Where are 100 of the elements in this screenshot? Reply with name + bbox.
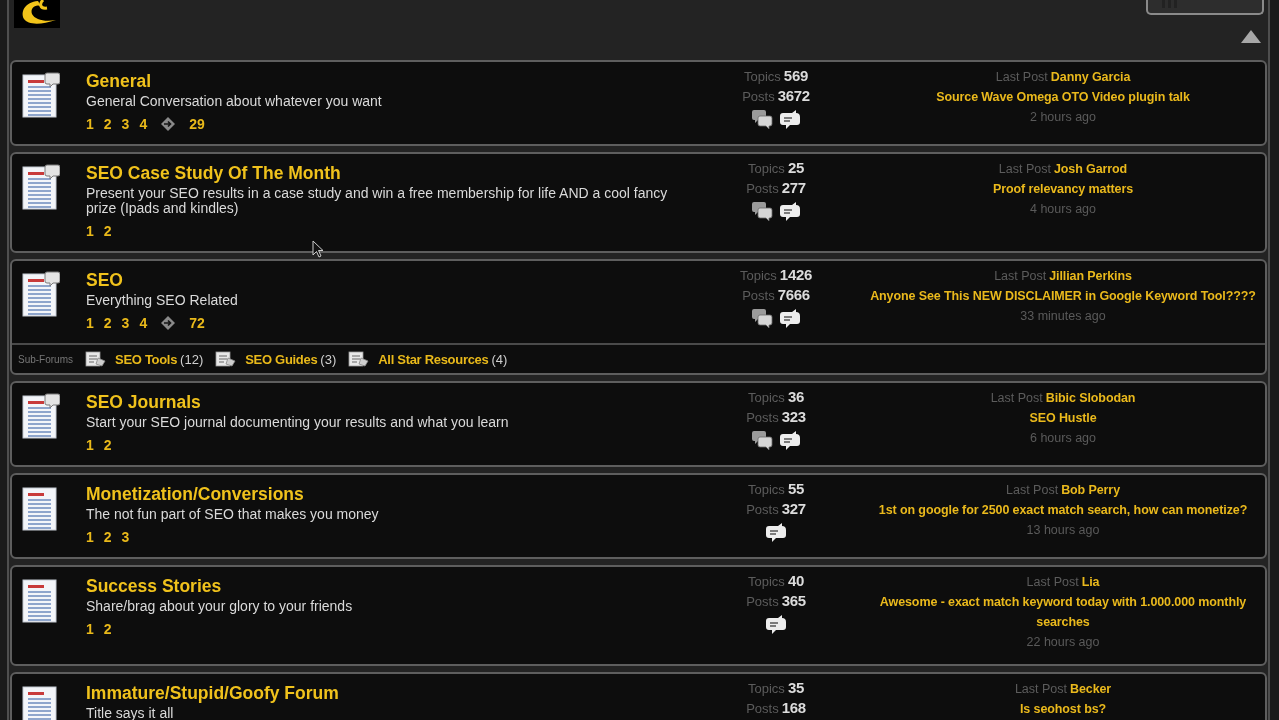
page-link[interactable]: 3	[121, 529, 130, 545]
speech-bubble-icon[interactable]	[779, 110, 801, 130]
author-link[interactable]: Danny Garcia	[1050, 70, 1131, 84]
chat-bubbles-icon[interactable]	[751, 202, 773, 222]
post-time: 2 hours ago	[1030, 110, 1096, 124]
author-link[interactable]: Josh Garrod	[1053, 162, 1128, 176]
author-link[interactable]: Lia	[1081, 575, 1100, 589]
stat-label: Posts	[746, 701, 779, 716]
posts-count: 323	[781, 408, 806, 425]
stat-label: Topics	[744, 69, 781, 84]
stat-label: Posts	[742, 89, 775, 104]
author-link[interactable]: Becker	[1070, 682, 1112, 696]
stat-label: Posts	[746, 181, 779, 196]
last-post-label: Last Post	[995, 70, 1048, 84]
stat-label: Posts	[746, 410, 779, 425]
forum-title-link[interactable]: SEO Journals	[86, 392, 201, 412]
subforum-count: (12)	[180, 351, 204, 367]
topics-count: 569	[783, 67, 808, 84]
speech-bubble-icon[interactable]	[779, 431, 801, 451]
thread-link[interactable]: Proof relevancy matters	[992, 179, 1134, 199]
subforum-link[interactable]: All Star Resources	[378, 351, 489, 367]
thread-link[interactable]: Source Wave Omega OTO Video plugin talk	[936, 87, 1190, 107]
page-link[interactable]: 2	[103, 116, 112, 132]
thread-link[interactable]: SEO Hustle	[1029, 408, 1097, 428]
stat-label: Topics	[748, 390, 785, 405]
post-time: 13 hours ago	[1026, 523, 1100, 537]
stat-label: Topics	[748, 482, 785, 497]
forum-description: Everything SEO Related	[86, 293, 238, 308]
page-link[interactable]: 2	[103, 437, 112, 453]
stat-label: Posts	[746, 594, 779, 609]
chat-bubbles-icon[interactable]	[751, 309, 773, 329]
forum-title-link[interactable]: SEO	[86, 270, 123, 290]
last-post-label: Last Post	[1026, 575, 1079, 589]
page-link[interactable]: 1	[86, 437, 94, 453]
subforum-link[interactable]: SEO Guides	[245, 351, 318, 367]
thread-link[interactable]: Is seohost bs?	[1019, 699, 1107, 719]
stat-label: Topics	[748, 681, 785, 696]
post-time: 22 hours ago	[1026, 635, 1100, 649]
topics-count: 25	[787, 159, 804, 176]
page-link[interactable]: 1	[86, 315, 94, 331]
subforum-count: (4)	[491, 351, 508, 367]
forum-title-link[interactable]: General	[86, 71, 152, 91]
stat-label: Topics	[740, 268, 777, 283]
author-link[interactable]: Jillian Perkins	[1049, 269, 1132, 283]
thread-link[interactable]: Awesome - exact match keyword today with 1.000.000 monthly searches	[861, 592, 1265, 632]
forum-description: Present your SEO results in a case study and win a free membership for life AND a cool fancy prize (Ipads and kindles)	[86, 186, 669, 216]
speech-bubble-icon[interactable]	[779, 202, 801, 222]
forum-description: General Conversation about whatever you want	[86, 94, 382, 109]
last-post-label: Last Post	[998, 162, 1051, 176]
chat-bubbles-icon[interactable]	[751, 110, 773, 130]
page-link[interactable]: 1	[86, 116, 94, 132]
subforum-icon	[348, 351, 371, 367]
speech-bubble-icon[interactable]	[765, 615, 787, 635]
chat-bubbles-icon[interactable]	[751, 431, 773, 451]
speech-bubble-icon[interactable]	[765, 523, 787, 543]
last-page-link[interactable]: 72	[189, 315, 205, 331]
page-link[interactable]: 1	[86, 529, 94, 545]
stat-label: Topics	[748, 574, 785, 589]
subforum-icon	[215, 351, 238, 367]
thread-link[interactable]: 1st on google for 2500 exact match search, how can monetize?	[878, 500, 1248, 520]
forum-title-link[interactable]: Monetization/Conversions	[86, 484, 304, 504]
page-link[interactable]: 2	[103, 315, 112, 331]
last-post-label: Last Post	[994, 269, 1047, 283]
posts-count: 365	[781, 592, 806, 609]
page-link[interactable]: 4	[139, 116, 148, 132]
forum-description: Share/brag about your glory to your friends	[86, 599, 353, 614]
thread-link[interactable]: Anyone See This NEW DISCLAIMER in Google Keyword Tool????	[870, 286, 1256, 306]
posts-count: 327	[781, 500, 806, 517]
last-page-link[interactable]: 29	[189, 116, 205, 132]
page-link[interactable]: 1	[86, 621, 94, 637]
subforum-count: (3)	[320, 351, 337, 367]
post-time: 4 hours ago	[1030, 202, 1096, 216]
header-button[interactable]	[1146, 0, 1264, 15]
subforum-icon	[85, 351, 107, 367]
page-link[interactable]: 2	[103, 621, 112, 637]
author-link[interactable]: Bob Perry	[1061, 483, 1120, 497]
posts-count: 7666	[777, 286, 810, 303]
speech-bubble-icon[interactable]	[779, 309, 801, 329]
forum-description: Title says it all	[86, 706, 174, 720]
forum-title-link[interactable]: Immature/Stupid/Goofy Forum	[86, 683, 339, 703]
page-link[interactable]: 2	[103, 223, 112, 239]
arrow-icon	[161, 117, 176, 131]
author-link[interactable]: Bibic Slobodan	[1045, 391, 1136, 405]
forum-title-link[interactable]: Success Stories	[86, 576, 222, 596]
posts-count: 3672	[777, 87, 810, 104]
forum-description: The not fun part of SEO that makes you money	[86, 507, 379, 522]
subforums-label: Sub-Forums	[18, 353, 73, 365]
forum-title-link[interactable]: SEO Case Study Of The Month	[86, 163, 341, 183]
page-link[interactable]: 4	[139, 315, 148, 331]
page-link[interactable]: 1	[86, 223, 94, 239]
forum-description: Start your SEO journal documenting your results and what you learn	[86, 415, 509, 430]
page-link[interactable]: 3	[121, 116, 130, 132]
topics-count: 36	[787, 388, 804, 405]
page-link[interactable]: 3	[121, 315, 130, 331]
subforum-link[interactable]: SEO Tools	[115, 351, 178, 367]
post-time: 33 minutes ago	[1020, 309, 1106, 323]
page-link[interactable]: 2	[103, 529, 112, 545]
posts-count: 277	[781, 179, 806, 196]
topics-count: 55	[787, 480, 804, 497]
collapse-icon[interactable]	[1241, 30, 1261, 43]
